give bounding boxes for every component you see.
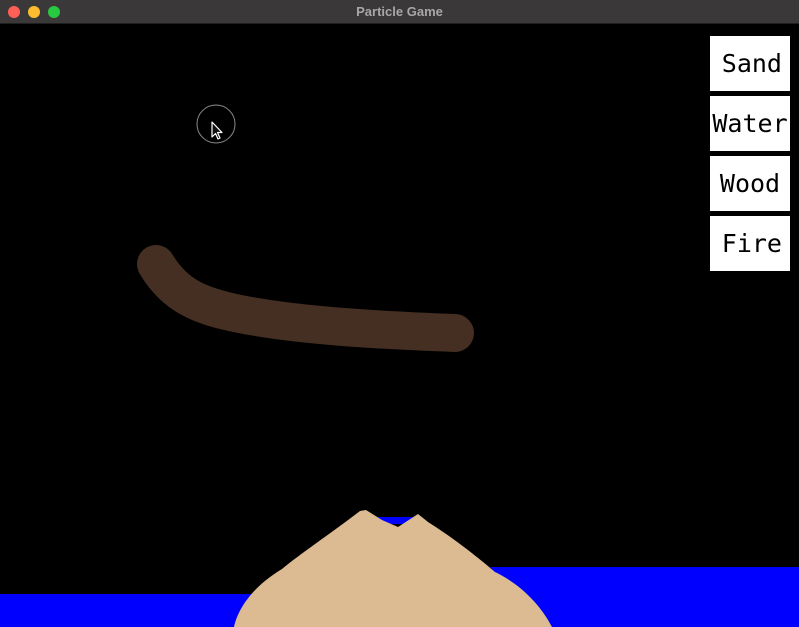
title-bar: Particle Game bbox=[0, 0, 799, 24]
water-region bbox=[0, 594, 252, 627]
wood-material-button[interactable]: Wood bbox=[710, 156, 790, 211]
water-material-button[interactable]: Water bbox=[710, 96, 790, 151]
arrow-cursor-icon bbox=[211, 121, 223, 140]
window-title: Particle Game bbox=[356, 4, 443, 19]
brush-cursor-circle bbox=[196, 104, 236, 144]
sand-material-button[interactable]: Sand bbox=[710, 36, 790, 91]
fire-material-button[interactable]: Fire bbox=[710, 216, 790, 271]
simulation-canvas[interactable]: Sand Water Wood Fire bbox=[0, 24, 799, 627]
wood-stroke bbox=[137, 245, 474, 352]
particle-field bbox=[0, 104, 799, 627]
app-window: Particle Game Sand Water Wood Fire bbox=[0, 0, 799, 627]
